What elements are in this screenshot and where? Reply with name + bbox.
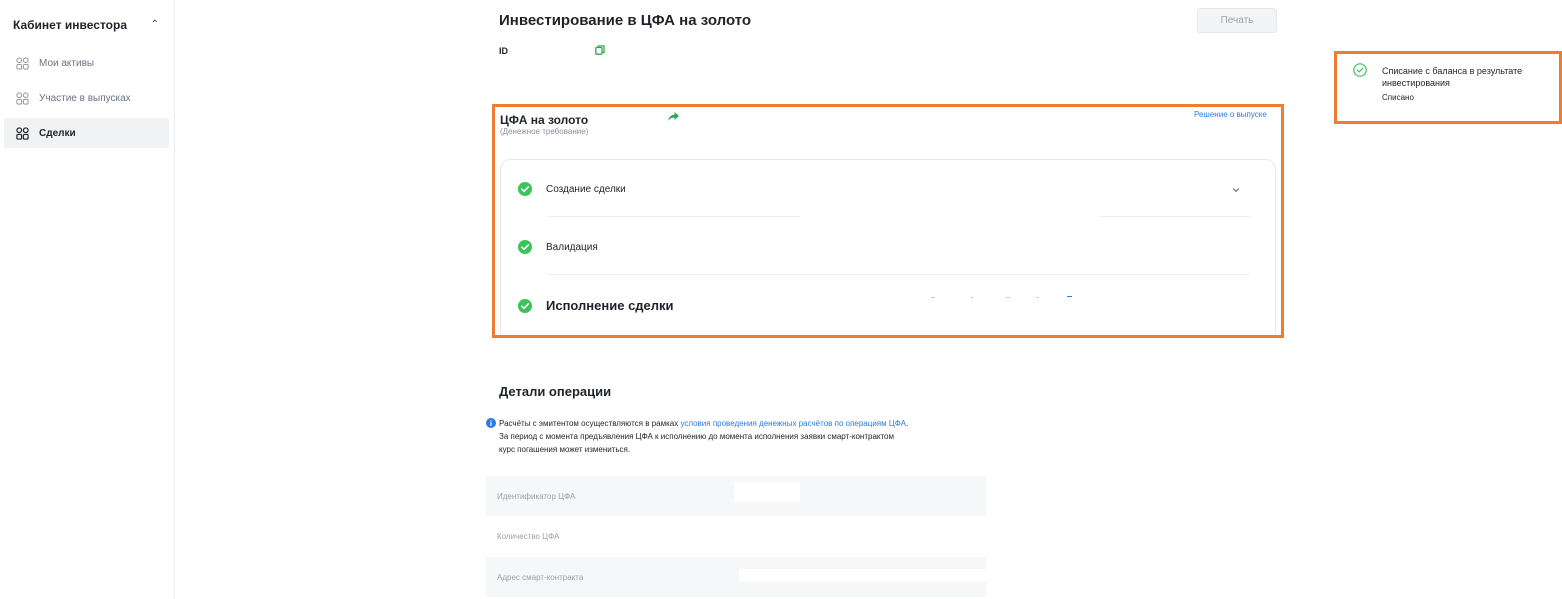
check-circle-icon (518, 182, 532, 196)
detail-row-dfa-quantity: Количество ЦФА (486, 516, 986, 556)
page-title: Инвестирование в ЦФА на золото (499, 12, 752, 29)
step-label: Валидация (546, 241, 598, 253)
share-icon[interactable] (667, 111, 680, 122)
print-button[interactable]: Печать (1197, 8, 1277, 33)
masked-content (1036, 297, 1039, 298)
masked-content (1006, 297, 1010, 298)
detail-label: Адрес смарт-контракта (497, 572, 584, 582)
notification-title: Списание с баланса в результате инвестир… (1382, 66, 1523, 88)
payment-terms-link[interactable]: условия проведения денежных расчётов по … (680, 419, 906, 428)
masked-content (1067, 296, 1072, 297)
info-prefix: Расчёты с эмитентом осуществляются в рам… (499, 419, 681, 428)
id-label: ID (499, 46, 508, 56)
sidebar-title: Кабинет инвестора (13, 18, 127, 32)
notification-status: Списано (1382, 93, 1414, 102)
info-suffix: . (906, 419, 909, 428)
check-circle-icon (518, 298, 532, 313)
deal-steps-card: Создание сделки Валидация Исполнение сде… (500, 159, 1276, 334)
grid-icon (16, 126, 29, 140)
sidebar: Кабинет инвестора ⌃ Мои активы Участие в… (0, 0, 175, 599)
detail-label: Идентификатор ЦФА (497, 491, 576, 501)
masked-value (734, 482, 800, 502)
chevron-down-icon[interactable] (1230, 184, 1242, 196)
step-divider (548, 274, 1250, 275)
asset-subtitle: (Денежное требование) (500, 127, 589, 136)
sidebar-item-label: Участие в выпусках (39, 92, 131, 104)
step-label: Исполнение сделки (546, 298, 674, 313)
info-text: Расчёты с эмитентом осуществляются в рам… (499, 417, 1019, 456)
chevron-up-icon[interactable]: ⌃ (151, 20, 159, 30)
masked-content (931, 297, 935, 298)
sidebar-section-header[interactable]: Кабинет инвестора ⌃ (13, 18, 163, 32)
check-circle-icon (518, 240, 532, 254)
info-line: За период с момента предъявления ЦФА к и… (499, 432, 895, 441)
copy-icon[interactable] (595, 45, 605, 55)
asset-title: ЦФА на золото (500, 113, 589, 127)
step-divider (548, 216, 800, 217)
step-deal-creation[interactable]: Создание сделки (518, 182, 626, 196)
step-validation[interactable]: Валидация (518, 240, 598, 254)
step-deal-execution[interactable]: Исполнение сделки (518, 298, 674, 313)
check-outline-icon (1353, 63, 1367, 77)
info-icon (486, 418, 496, 428)
step-label: Создание сделки (546, 183, 626, 195)
sidebar-item-deals[interactable]: Сделки (4, 118, 169, 148)
sidebar-item-label: Мои активы (39, 57, 95, 69)
detail-label: Количество ЦФА (497, 531, 560, 541)
step-divider (1100, 216, 1250, 217)
release-decision-link[interactable]: Решение о выпуске (1194, 110, 1267, 119)
grid-icon (16, 91, 29, 105)
sidebar-item-releases[interactable]: Участие в выпусках (4, 83, 169, 113)
info-line: курс погашения может измениться. (499, 445, 631, 454)
masked-value (739, 569, 986, 582)
masked-content (971, 297, 974, 298)
details-title: Детали операции (499, 384, 612, 399)
sidebar-item-my-assets[interactable]: Мои активы (4, 48, 169, 78)
sidebar-item-label: Сделки (39, 127, 76, 139)
grid-icon (16, 56, 29, 70)
